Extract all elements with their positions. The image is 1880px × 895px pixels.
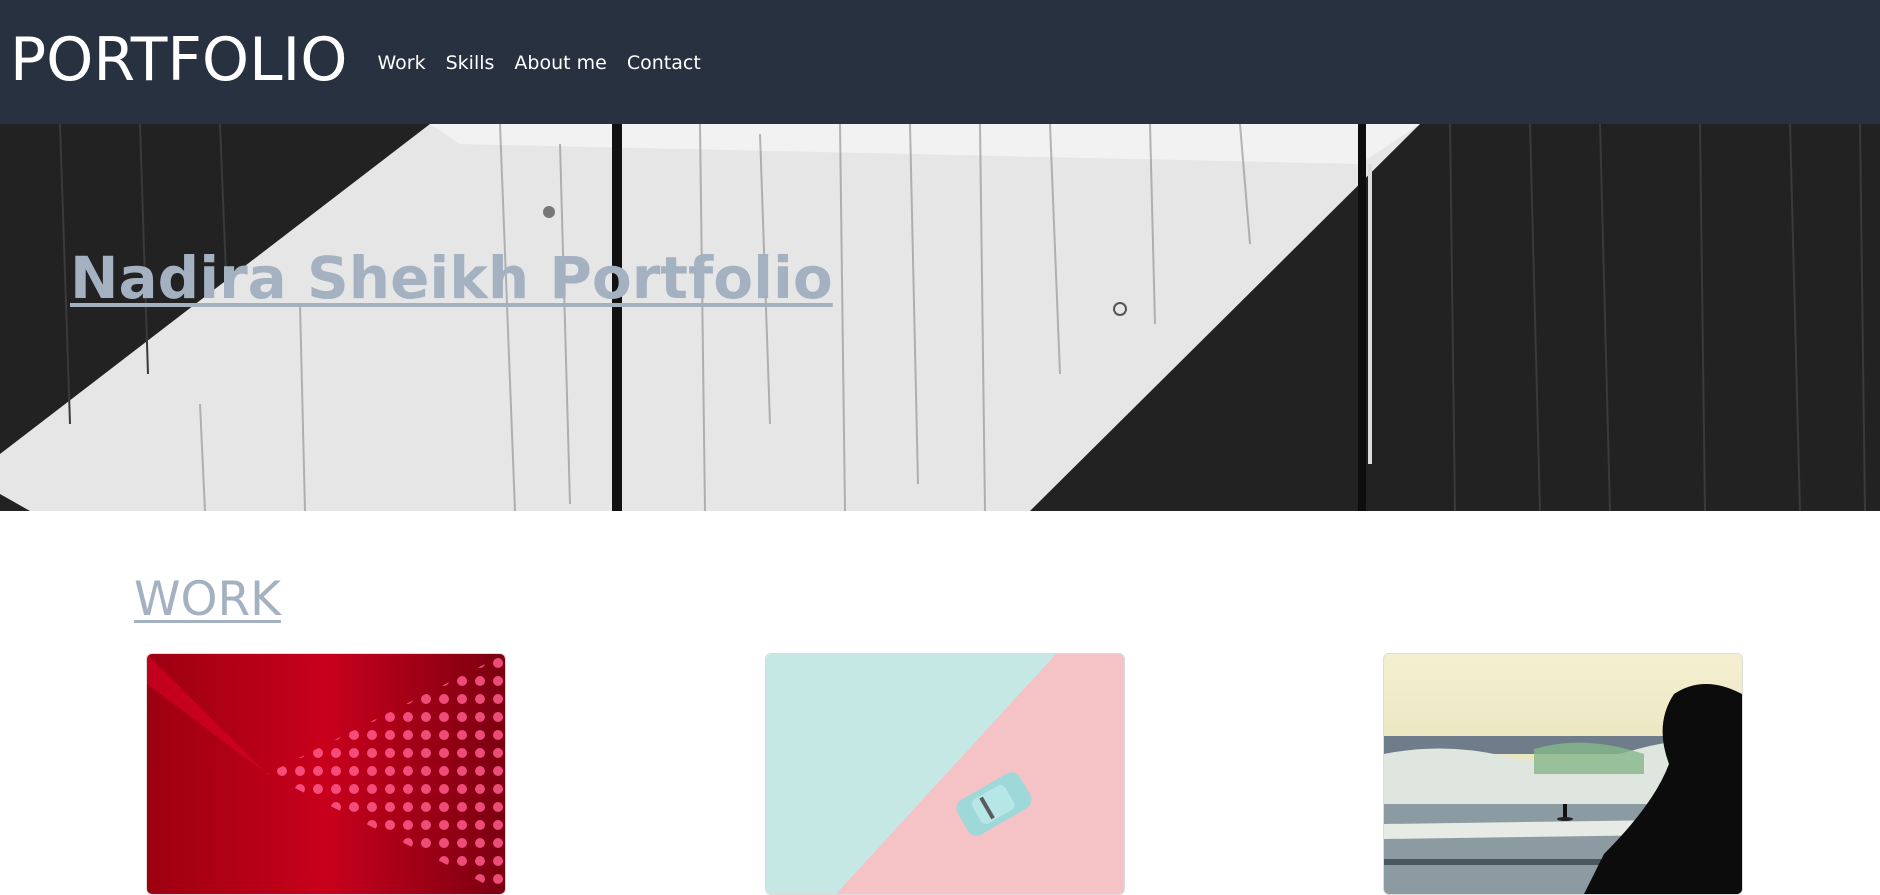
work-card-3[interactable]	[1383, 653, 1743, 895]
hero-wood-background-image	[0, 124, 1880, 511]
work-card-1[interactable]	[146, 653, 506, 895]
work-card-2[interactable]	[765, 653, 1125, 895]
nav-link-work[interactable]: Work	[367, 52, 435, 74]
nav-links: Work Skills About me Contact	[367, 50, 710, 74]
hero-banner: Nadira Sheikh Portfolio	[0, 124, 1880, 511]
nav-link-about[interactable]: About me	[504, 52, 616, 74]
nav-link-contact[interactable]: Contact	[617, 52, 711, 74]
toy-car-on-pastel-image	[766, 654, 1124, 894]
brand-logo-link[interactable]: PORTFOLIO	[10, 30, 347, 90]
top-navbar: PORTFOLIO Work Skills About me Contact	[0, 0, 1880, 124]
red-led-wall-image	[147, 654, 505, 894]
surfer-sunset-image	[1384, 654, 1742, 894]
work-section-heading[interactable]: WORK	[134, 576, 281, 623]
nav-link-skills[interactable]: Skills	[436, 52, 505, 74]
hero-title-link[interactable]: Nadira Sheikh Portfolio	[70, 244, 833, 312]
